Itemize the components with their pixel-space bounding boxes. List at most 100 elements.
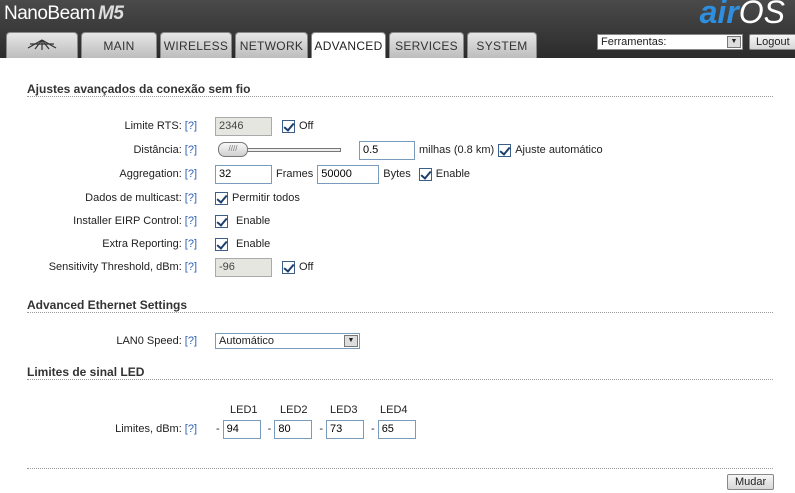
content-panel: Ajustes avançados da conexão sem fio Lim…: [5, 58, 795, 493]
rts-label: Limite RTS: [?]: [125, 120, 198, 132]
eirp-field: Enable: [215, 214, 271, 228]
tab-main[interactable]: MAIN: [81, 32, 157, 58]
help-link[interactable]: [?]: [185, 144, 197, 156]
section-divider: [27, 312, 773, 313]
sensitivity-label-text: Sensitivity Threshold, dBm:: [48, 261, 182, 273]
led1-input[interactable]: [222, 419, 261, 439]
help-link[interactable]: [?]: [185, 215, 197, 227]
multicast-field: Permitir todos: [215, 191, 300, 205]
frames-input[interactable]: [215, 164, 272, 184]
distance-unit: milhas (0.8 km): [419, 144, 495, 156]
help-link[interactable]: [?]: [185, 335, 197, 347]
aggregation-field: Frames Bytes Enable: [215, 164, 471, 184]
section-title-ethernet: Advanced Ethernet Settings: [27, 298, 188, 312]
multicast-checkbox-label: Permitir todos: [232, 192, 300, 204]
help-link[interactable]: [?]: [185, 423, 197, 435]
auto-adjust-checkbox[interactable]: [498, 143, 512, 157]
distance-slider[interactable]: ////: [218, 142, 341, 157]
led3-input[interactable]: [326, 419, 365, 439]
lan-speed-row: LAN0 Speed: [?] Automático ▼: [5, 331, 795, 351]
help-link[interactable]: [?]: [185, 120, 197, 132]
tools-select-value: Ferramentas:: [601, 36, 667, 48]
aggregation-label: Aggregation: [?]: [119, 168, 197, 180]
help-link[interactable]: [?]: [185, 168, 197, 180]
sensitivity-off-checkbox[interactable]: [282, 260, 295, 274]
aggregation-label-text: Aggregation:: [119, 168, 182, 180]
led-thresholds-label: Limites, dBm: [?]: [115, 423, 197, 435]
tab-system[interactable]: SYSTEM: [467, 32, 537, 58]
change-button[interactable]: Mudar: [727, 474, 775, 490]
led-thresholds-row: Limites, dBm:[?] - - - -: [5, 419, 795, 439]
sensitivity-label: Sensitivity Threshold, dBm: [?]: [49, 261, 197, 273]
help-link[interactable]: [?]: [185, 192, 197, 204]
rts-row: Limite RTS:[?] Off: [5, 116, 795, 136]
eirp-checkbox-label: Enable: [236, 215, 271, 227]
eirp-label: Installer EIRP Control: [?]: [73, 215, 197, 227]
logout-button[interactable]: Logout: [749, 34, 795, 50]
eirp-label-text: Installer EIRP Control:: [73, 215, 182, 227]
brand-model: M5: [98, 3, 124, 24]
sensitivity-input[interactable]: [215, 257, 272, 277]
led2-header: LED2: [280, 404, 308, 416]
dash-separator: -: [319, 423, 324, 435]
lan-speed-label-text: LAN0 Speed:: [116, 335, 182, 347]
tools-select[interactable]: Ferramentas: ▼: [597, 34, 743, 50]
brand: NanoBeam M5: [4, 3, 124, 25]
rts-off-label: Off: [299, 120, 314, 132]
multicast-row: Dados de multicast: [?] Permitir todos: [5, 188, 795, 208]
tab-network[interactable]: NETWORK: [235, 32, 308, 58]
rts-off-checkbox[interactable]: [282, 119, 295, 133]
rts-label-text: Limite RTS:: [124, 120, 182, 132]
led4-input[interactable]: [377, 419, 416, 439]
distance-label: Distância: [?]: [133, 144, 197, 156]
section-divider: [27, 379, 773, 380]
chevron-down-icon[interactable]: ▼: [727, 36, 741, 48]
tab-services[interactable]: SERVICES: [389, 32, 464, 58]
footer-divider: [27, 468, 773, 469]
section-title-wireless: Ajustes avançados da conexão sem fio: [27, 82, 251, 96]
led3-header: LED3: [330, 404, 358, 416]
dash-separator: -: [371, 423, 375, 435]
led-thresholds-field: - - - -: [216, 419, 416, 439]
distance-row: Distância:[?] //// milhas (0.8 km) Ajust…: [5, 140, 795, 160]
lan-speed-select[interactable]: Automático ▼: [215, 333, 360, 349]
eirp-checkbox[interactable]: [215, 214, 228, 228]
aggregation-enable-checkbox[interactable]: [418, 167, 432, 181]
header-tools: Ferramentas: ▼ Logout: [597, 34, 795, 50]
distance-label-text: Distância:: [133, 144, 182, 156]
eirp-row: Installer EIRP Control: [?] Enable: [5, 211, 795, 231]
ubiquiti-logo-icon: [27, 39, 57, 50]
led2-input[interactable]: [274, 419, 313, 439]
airos-logo: airOS: [700, 0, 785, 31]
tab-advanced[interactable]: ADVANCED: [311, 32, 386, 59]
lan-speed-field: Automático ▼: [215, 333, 360, 349]
aggregation-row: Aggregation:[?] Frames Bytes Enable: [5, 164, 795, 184]
bytes-label: Bytes: [383, 168, 411, 180]
dash-separator: -: [216, 423, 220, 435]
logo-os: OS: [738, 0, 785, 30]
rts-input[interactable]: [215, 116, 272, 136]
aggregation-enable-label: Enable: [435, 168, 471, 180]
help-link[interactable]: [?]: [185, 261, 197, 273]
lan-speed-value: Automático: [219, 335, 275, 347]
led-thresholds-label-text: Limites, dBm:: [115, 423, 182, 435]
bytes-input[interactable]: [317, 164, 380, 184]
chevron-down-icon[interactable]: ▼: [344, 335, 358, 347]
slider-handle[interactable]: ////: [218, 142, 248, 157]
tab-wireless[interactable]: WIRELESS: [160, 32, 232, 58]
section-title-led: Limites de sinal LED: [27, 365, 145, 379]
app-header: NanoBeam M5 airOS MAIN WIRELESS NETWORK A…: [0, 0, 795, 59]
auto-adjust-label: Ajuste automático: [515, 144, 603, 156]
help-link[interactable]: [?]: [185, 238, 197, 250]
main-tabs: MAIN WIRELESS NETWORK ADVANCED SERVICES …: [6, 32, 537, 59]
extra-reporting-checkbox[interactable]: [215, 237, 228, 251]
section-divider: [27, 96, 773, 97]
distance-input[interactable]: [359, 140, 415, 160]
extra-reporting-field: Enable: [215, 237, 271, 251]
lan-speed-label: LAN0 Speed: [?]: [116, 335, 197, 347]
tab-logo[interactable]: [6, 32, 78, 58]
extra-reporting-checkbox-label: Enable: [236, 238, 271, 250]
multicast-label: Dados de multicast: [?]: [85, 192, 197, 204]
extra-reporting-label: Extra Reporting: [?]: [102, 238, 197, 250]
multicast-checkbox[interactable]: [215, 191, 228, 205]
